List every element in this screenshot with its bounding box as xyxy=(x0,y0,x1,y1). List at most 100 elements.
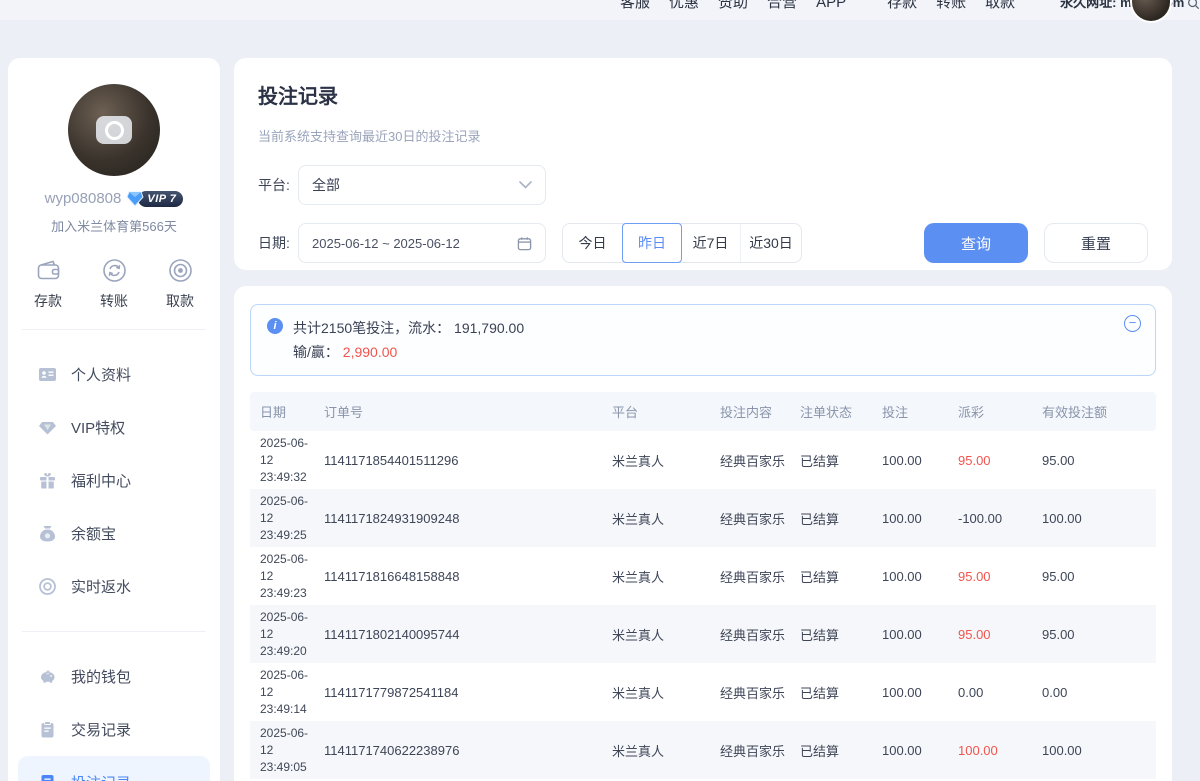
vip-level-label: VIP 7 xyxy=(138,191,183,207)
quick-action-label: 转账 xyxy=(100,291,128,311)
sidebar-item-transactions[interactable]: 交易记录 xyxy=(18,703,210,756)
withdraw-icon xyxy=(167,257,194,284)
transfer-icon xyxy=(101,257,128,284)
cell-status: 已结算 xyxy=(794,605,876,663)
date-label: 日期: xyxy=(258,233,298,253)
cell-content: 经典百家乐 xyxy=(714,605,794,663)
sidebar-item-label: 余额宝 xyxy=(71,523,116,544)
user-avatar[interactable] xyxy=(68,84,160,176)
sidebar-menu-2: 我的钱包 交易记录 投注记录 xyxy=(8,650,220,781)
col-valid-bet: 有效投注额 xyxy=(1036,392,1156,431)
nav-transfer[interactable]: 转账 xyxy=(936,0,966,15)
cell-bet: 100.00 xyxy=(876,721,952,779)
nav-promotions[interactable]: 优惠 xyxy=(669,0,699,15)
topbar-avatar[interactable] xyxy=(1132,0,1170,21)
col-bet: 投注 xyxy=(876,392,952,431)
cell-payout: 95.00 xyxy=(952,431,1036,489)
cell-platform: 米兰真人 xyxy=(606,721,714,779)
quick-date-last7[interactable]: 近7日 xyxy=(681,224,741,262)
cell-time: 23:49:23 xyxy=(260,585,312,602)
document-icon xyxy=(38,773,57,781)
col-order-no: 订单号 xyxy=(318,392,606,431)
sidebar-item-wallet[interactable]: 我的钱包 xyxy=(18,650,210,703)
sidebar-item-welfare[interactable]: 福利中心 xyxy=(18,454,210,507)
cell-status: 已结算 xyxy=(794,489,876,547)
sidebar-item-bet-records[interactable]: 投注记录 xyxy=(18,756,210,781)
nav-customer-service[interactable]: 客服 xyxy=(620,0,650,15)
quick-date-group: 今日 昨日 近7日 近30日 xyxy=(562,223,802,263)
top-nav: 客服 优惠 赞助 合营 APP 存款 转账 取款 永久网址: milan.com xyxy=(620,0,1200,15)
col-date: 日期 xyxy=(250,392,318,431)
cell-date: 2025-06-12 xyxy=(260,725,312,759)
sidebar-item-label: 我的钱包 xyxy=(71,666,131,687)
permanent-url[interactable]: 永久网址: milan.com xyxy=(1060,0,1200,15)
sidebar-item-yuebao[interactable]: 余额宝 xyxy=(18,507,210,560)
cell-order-no: 1141171854401511296 xyxy=(318,431,606,489)
nav-deposit[interactable]: 存款 xyxy=(887,0,917,15)
gift-icon xyxy=(38,471,57,490)
cell-valid-bet: 95.00 xyxy=(1036,431,1156,489)
platform-label: 平台: xyxy=(258,175,298,195)
sidebar-item-label: 交易记录 xyxy=(71,719,131,740)
cell-content: 经典百家乐 xyxy=(714,721,794,779)
sidebar-item-label: 实时返水 xyxy=(71,576,131,597)
cell-time: 23:49:32 xyxy=(260,469,312,486)
summary-line1: 共计2150笔投注，流水： 191,790.00 xyxy=(293,316,524,340)
cell-valid-bet: 95.00 xyxy=(1036,547,1156,605)
sidebar-item-rebate[interactable]: 实时返水 xyxy=(18,560,210,613)
quick-date-yesterday[interactable]: 昨日 xyxy=(622,223,682,263)
bet-records-table: 日期 订单号 平台 投注内容 注单状态 投注 派彩 有效投注额 2025-06-… xyxy=(250,392,1156,779)
nav-partnership[interactable]: 合营 xyxy=(767,0,797,15)
nav-app[interactable]: APP xyxy=(816,0,846,15)
cell-bet: 100.00 xyxy=(876,605,952,663)
wallet-icon xyxy=(35,257,62,284)
collapse-icon[interactable]: − xyxy=(1124,315,1141,332)
gem-icon xyxy=(38,418,57,437)
camera-icon xyxy=(96,116,132,144)
sidebar-item-vip[interactable]: VIP特权 xyxy=(18,401,210,454)
main-content: 投注记录 当前系统支持查询最近30日的投注记录 平台: 全部 日期: 2025-… xyxy=(234,58,1172,781)
cell-order-no: 1141171740622238976 xyxy=(318,721,606,779)
cell-platform: 米兰真人 xyxy=(606,489,714,547)
reset-button[interactable]: 重置 xyxy=(1044,223,1148,263)
cell-status: 已结算 xyxy=(794,721,876,779)
date-range-value: 2025-06-12 ~ 2025-06-12 xyxy=(312,236,460,251)
top-navigation-bar: 客服 优惠 赞助 合营 APP 存款 转账 取款 永久网址: milan.com xyxy=(0,0,1200,20)
sidebar-divider xyxy=(22,329,206,330)
cell-time: 23:49:25 xyxy=(260,527,312,544)
sidebar-divider xyxy=(22,631,206,632)
quick-action-withdraw[interactable]: 取款 xyxy=(166,257,194,311)
quick-actions: 存款 转账 取款 xyxy=(8,257,220,311)
nav-sponsorship[interactable]: 赞助 xyxy=(718,0,748,15)
table-row: 2025-06-1223:49:05 1141171740622238976 米… xyxy=(250,721,1156,779)
platform-select[interactable]: 全部 xyxy=(298,165,546,205)
sidebar-item-profile[interactable]: 个人资料 xyxy=(18,348,210,401)
quick-date-today[interactable]: 今日 xyxy=(563,224,623,262)
summary-winloss-value: 2,990.00 xyxy=(343,344,398,360)
moneybag-icon xyxy=(38,524,57,543)
summary-line2: 输/赢： 2,990.00 xyxy=(293,340,524,364)
col-status: 注单状态 xyxy=(794,392,876,431)
sidebar-item-label: 福利中心 xyxy=(71,470,131,491)
summary-banner: i 共计2150笔投注，流水： 191,790.00 输/赢： 2,990.00… xyxy=(250,304,1156,376)
filter-card: 投注记录 当前系统支持查询最近30日的投注记录 平台: 全部 日期: 2025-… xyxy=(234,58,1172,270)
quick-date-last30[interactable]: 近30日 xyxy=(741,224,801,262)
cell-payout: 95.00 xyxy=(952,605,1036,663)
vip-badge: VIP 7 xyxy=(126,191,183,207)
query-button[interactable]: 查询 xyxy=(924,223,1028,263)
summary-turnover-value: 191,790.00 xyxy=(454,320,524,336)
date-range-input[interactable]: 2025-06-12 ~ 2025-06-12 xyxy=(298,223,546,263)
table-row: 2025-06-1223:49:25 1141171824931909248 米… xyxy=(250,489,1156,547)
nav-withdraw[interactable]: 取款 xyxy=(985,0,1015,15)
cell-payout: 95.00 xyxy=(952,547,1036,605)
cell-status: 已结算 xyxy=(794,431,876,489)
quick-action-transfer[interactable]: 转账 xyxy=(100,257,128,311)
id-card-icon xyxy=(38,365,57,384)
table-row: 2025-06-1223:49:23 1141171816648158848 米… xyxy=(250,547,1156,605)
cell-content: 经典百家乐 xyxy=(714,547,794,605)
piggy-bank-icon xyxy=(38,667,57,686)
sidebar-item-label: VIP特权 xyxy=(71,417,125,438)
cell-payout: 0.00 xyxy=(952,663,1036,721)
cell-date: 2025-06-12 xyxy=(260,609,312,643)
quick-action-deposit[interactable]: 存款 xyxy=(34,257,62,311)
